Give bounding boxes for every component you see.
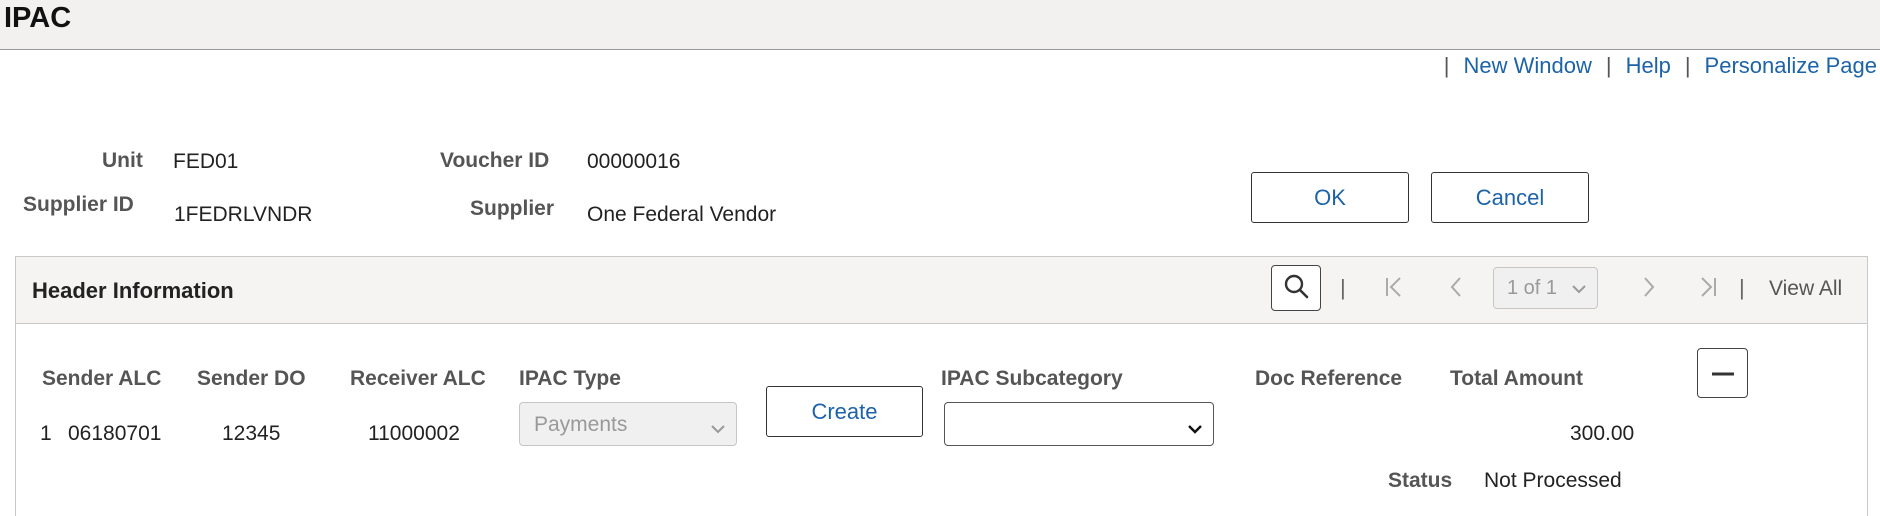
help-link[interactable]: Help <box>1626 53 1671 78</box>
panel-header: Header Information | 1 of 1 | View All <box>16 257 1867 324</box>
nav-separator: | <box>1340 275 1346 300</box>
chevron-down-icon <box>1571 279 1587 302</box>
previous-icon[interactable] <box>1441 271 1471 303</box>
supplier-value: One Federal Vendor <box>587 203 777 226</box>
supplier-id-value: 1FEDRLVNDR <box>174 203 313 226</box>
page-selector-value: 1 of 1 <box>1507 276 1558 299</box>
cancel-button[interactable]: Cancel <box>1431 172 1589 223</box>
panel-title: Header Information <box>32 278 234 303</box>
page-selector[interactable]: 1 of 1 <box>1493 267 1598 309</box>
receiver-alc-value: 11000002 <box>368 422 460 445</box>
link-separator: | <box>1605 53 1612 78</box>
delete-row-button[interactable] <box>1697 348 1748 398</box>
ipac-type-select[interactable]: Payments <box>519 402 737 446</box>
total-amount-value: 300.00 <box>1570 422 1635 445</box>
status-value: Not Processed <box>1484 469 1622 492</box>
sender-alc-value: 06180701 <box>68 422 162 445</box>
personalize-page-link[interactable]: Personalize Page <box>1705 53 1877 78</box>
view-all-link[interactable]: View All <box>1769 277 1842 301</box>
nav-separator: | <box>1739 275 1745 300</box>
search-icon <box>1283 273 1309 304</box>
col-ipac-type: IPAC Type <box>519 367 621 390</box>
ipac-type-value: Payments <box>534 413 628 436</box>
col-sender-alc: Sender ALC <box>42 367 162 390</box>
unit-label: Unit <box>102 149 143 172</box>
first-page-icon[interactable] <box>1379 271 1409 303</box>
col-ipac-subcategory: IPAC Subcategory <box>941 367 1123 390</box>
unit-value: FED01 <box>173 150 239 173</box>
col-receiver-alc: Receiver ALC <box>350 367 486 390</box>
col-doc-reference: Doc Reference <box>1255 367 1403 390</box>
ipac-subcategory-select[interactable] <box>944 402 1214 446</box>
create-button[interactable]: Create <box>766 386 923 437</box>
page-title: IPAC <box>4 2 72 34</box>
chevron-down-icon <box>1187 418 1203 442</box>
top-links: | New Window | Help | Personalize Page <box>1430 53 1877 79</box>
col-total-amount: Total Amount <box>1450 367 1583 390</box>
chevron-down-icon <box>710 418 726 442</box>
supplier-id-label: Supplier ID <box>23 193 134 216</box>
minus-icon <box>1711 364 1735 382</box>
search-button[interactable] <box>1271 265 1321 311</box>
row-number: 1 <box>40 422 52 445</box>
title-bar: IPAC <box>0 0 1880 50</box>
link-separator: | <box>1684 53 1691 78</box>
link-separator: | <box>1443 53 1450 78</box>
supplier-label: Supplier <box>470 197 555 220</box>
ok-button[interactable]: OK <box>1251 172 1409 223</box>
sender-do-value: 12345 <box>222 422 281 445</box>
voucher-id-value: 00000016 <box>587 150 681 173</box>
last-page-icon[interactable] <box>1693 271 1723 303</box>
status-label: Status <box>1388 469 1453 492</box>
new-window-link[interactable]: New Window <box>1463 53 1591 78</box>
next-icon[interactable] <box>1634 271 1664 303</box>
voucher-id-label: Voucher ID <box>440 149 550 172</box>
col-sender-do: Sender DO <box>197 367 306 390</box>
